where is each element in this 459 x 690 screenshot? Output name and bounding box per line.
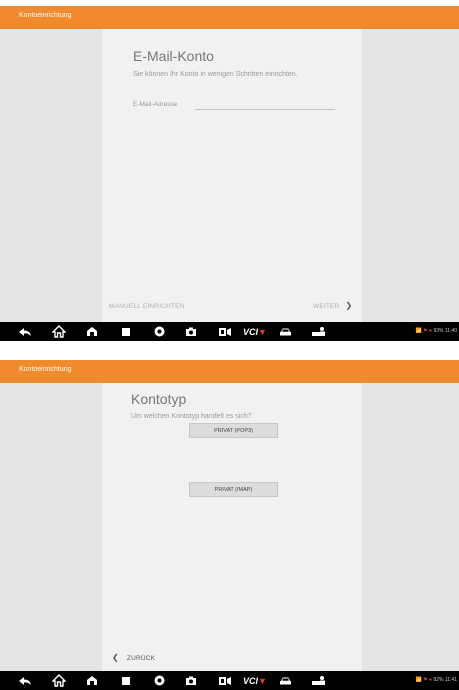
page-subtitle: Sie können Ihr Konto in wenigen Schritte… (133, 71, 298, 78)
email-field[interactable] (195, 109, 335, 110)
camera-icon[interactable] (182, 325, 200, 338)
next-button[interactable]: WEITER ❯ (313, 301, 352, 310)
vci-icon[interactable]: VCI ▼ (243, 674, 267, 687)
pop3-option-button[interactable]: PRIVAT (POP3) (189, 423, 278, 438)
car-icon[interactable] (276, 674, 294, 687)
page-title: E-Mail-Konto (133, 48, 214, 64)
signal-icon: 📶 ⚑ ● (415, 677, 433, 683)
system-navbar: VCI ▼ 📶 ⚑ ● 93% 11:40 (0, 322, 459, 341)
back-label: ZURÜCK (126, 655, 156, 662)
manual-setup-button[interactable]: MANUELL EINRICHTEN (109, 303, 185, 310)
diagnostics-icon[interactable] (50, 325, 68, 338)
chrome-icon[interactable] (150, 674, 168, 687)
clock: 11:41 (444, 677, 457, 683)
vci-icon[interactable]: VCI ▼ (243, 325, 267, 338)
app-title: Kontoeinrichtung (19, 366, 72, 373)
app-title: Kontoeinrichtung (19, 12, 72, 19)
back-button[interactable]: ❮ ZURÜCK (112, 653, 155, 662)
screen-record-icon[interactable] (215, 674, 235, 687)
home-icon[interactable] (83, 674, 101, 687)
vci-label: VCI (243, 326, 259, 337)
battery-level: 92% (433, 677, 444, 683)
recent-apps-icon[interactable] (117, 325, 135, 338)
next-label: WEITER (313, 303, 340, 310)
status-bar: 📶 ⚑ ● 93% 11:40 (416, 328, 457, 334)
status-bar: 📶 ⚑ ● 92% 11:41 (416, 677, 457, 683)
page-subtitle: Um welchen Kontotyp handelt es sich? (131, 413, 252, 420)
setup-panel: E-Mail-Konto Sie können Ihr Konto in wen… (102, 29, 362, 322)
screen-record-icon[interactable] (215, 325, 235, 338)
chevron-left-icon: ❮ (112, 653, 119, 662)
home-icon[interactable] (83, 325, 101, 338)
clock: 11:40 (444, 328, 457, 334)
recent-apps-icon[interactable] (117, 674, 135, 687)
email-account-screen: Kontoeinrichtung E-Mail-Konto Sie können… (0, 6, 459, 341)
imap-option-button[interactable]: PRIVAT (IMAP) (189, 482, 278, 497)
service-icon[interactable] (308, 325, 328, 338)
page-title: Kontotyp (131, 391, 187, 407)
service-icon[interactable] (308, 674, 328, 687)
diagnostics-icon[interactable] (50, 674, 68, 687)
setup-panel: Kontotyp Um welchen Kontotyp handelt es … (102, 383, 362, 671)
system-navbar: VCI ▼ 📶 ⚑ ● 92% 11:41 (0, 671, 459, 690)
email-field-label: E-Mail-Adresse (133, 101, 178, 108)
camera-icon[interactable] (182, 674, 200, 687)
chrome-icon[interactable] (150, 325, 168, 338)
app-title-bar: Kontoeinrichtung (0, 6, 459, 29)
chevron-right-icon: ❯ (345, 301, 353, 310)
app-title-bar: Kontoeinrichtung (0, 360, 459, 383)
signal-icon: 📶 ⚑ ● (415, 328, 433, 334)
back-arrow-icon[interactable] (16, 325, 34, 338)
account-type-screen: Kontoeinrichtung Kontotyp Um welchen Kon… (0, 360, 459, 690)
car-icon[interactable] (276, 325, 294, 338)
battery-level: 93% (433, 328, 444, 334)
vci-label: VCI (243, 675, 259, 686)
back-arrow-icon[interactable] (16, 674, 34, 687)
